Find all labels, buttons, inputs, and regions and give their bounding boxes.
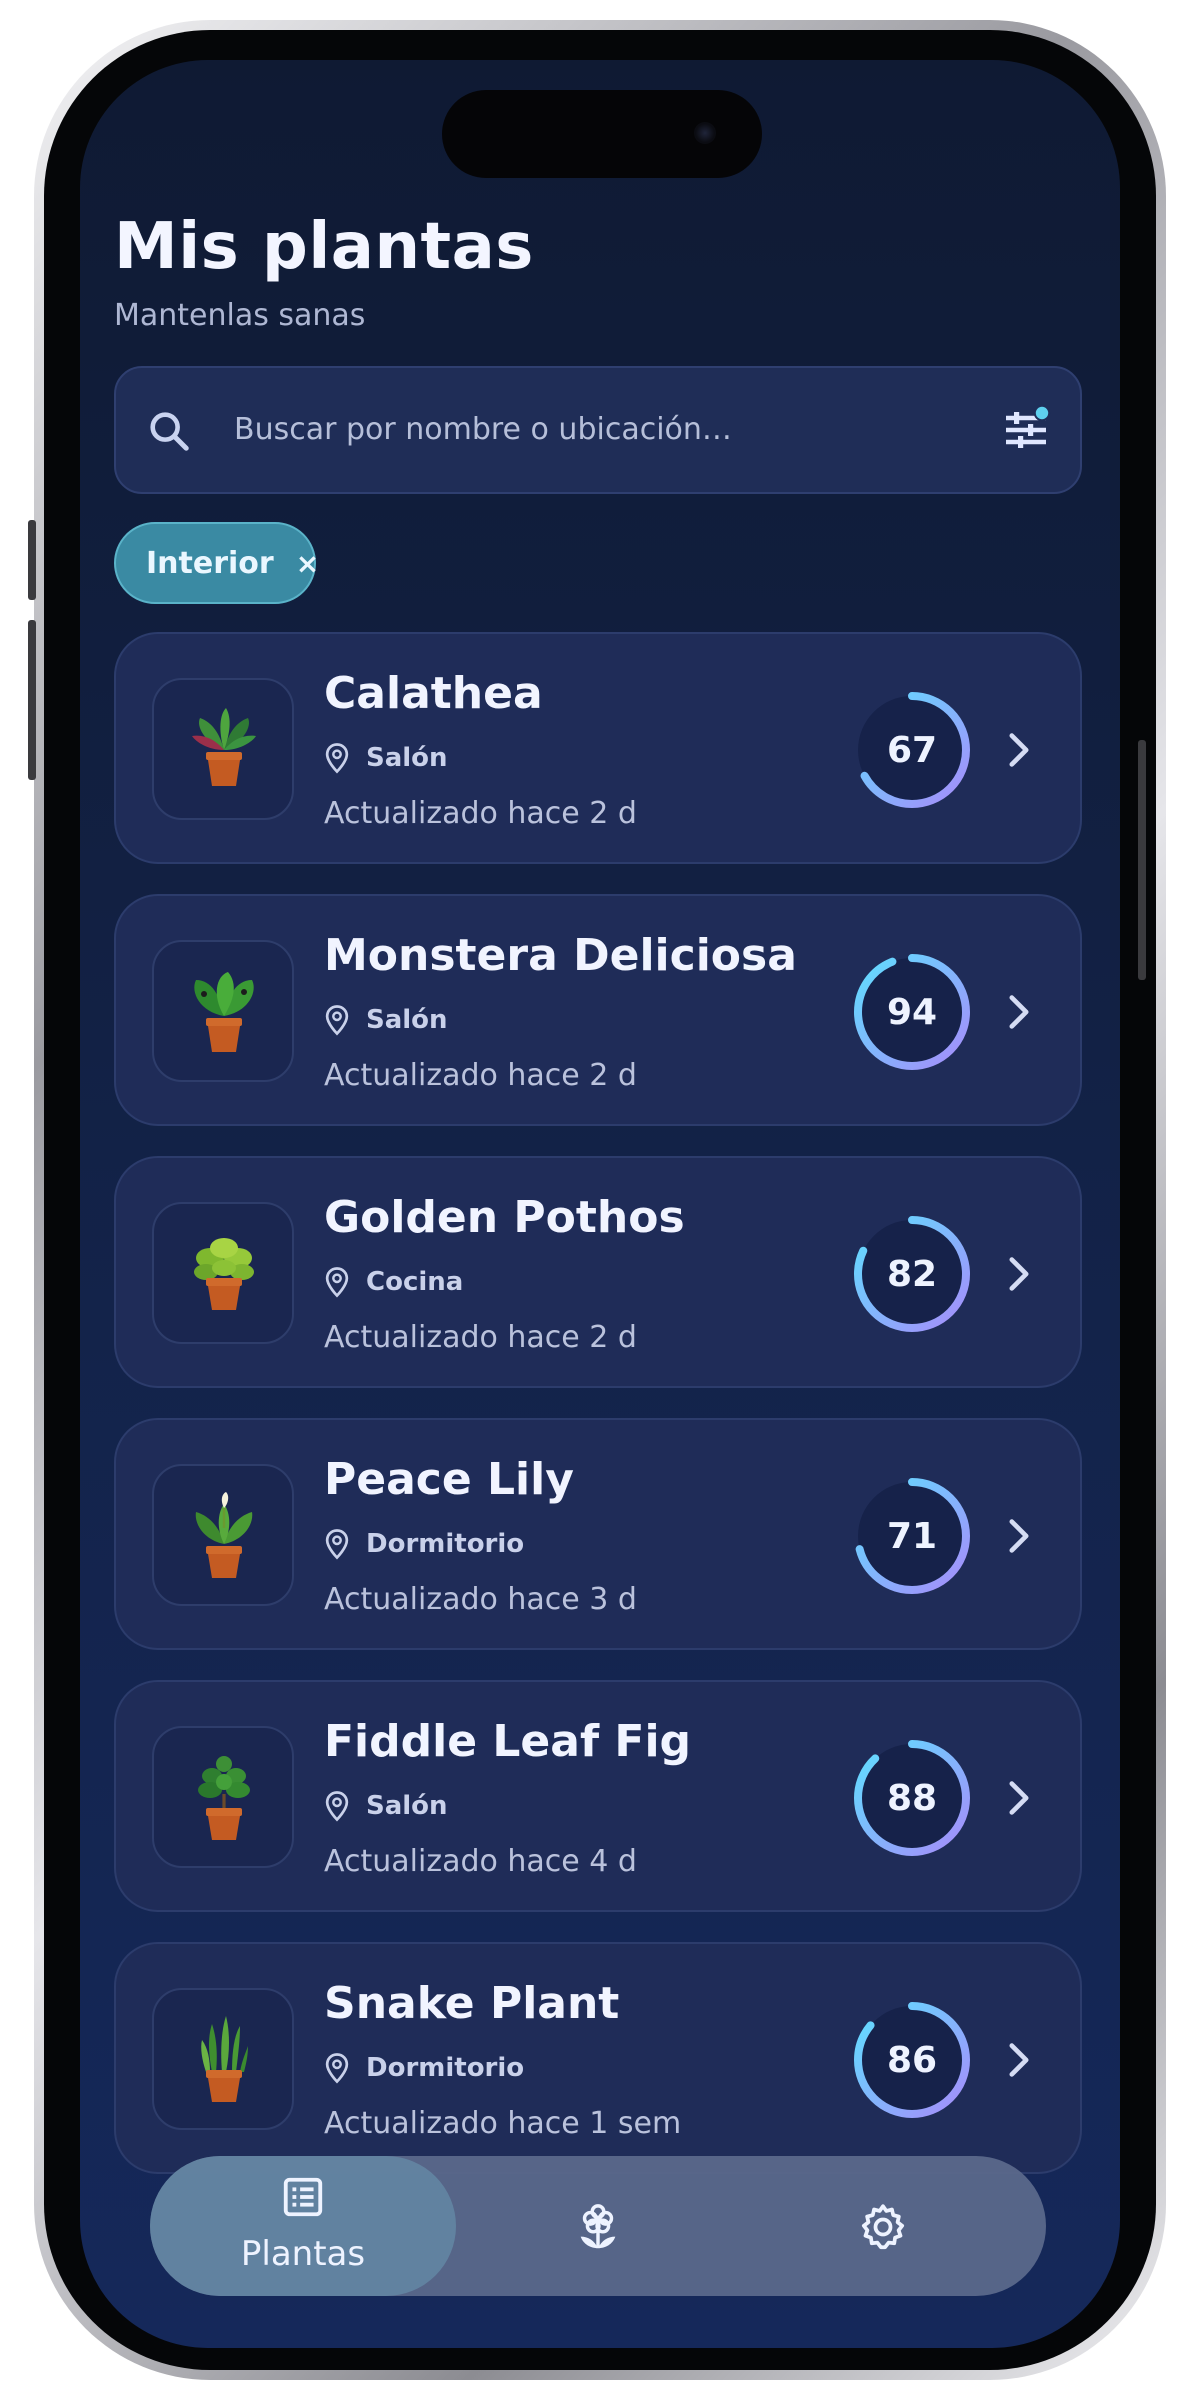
plant-location: Salón xyxy=(324,1790,448,1822)
app-screen: Mis plantas Mantenlas sanas Buscar por n… xyxy=(80,60,1120,2348)
health-score: 94 xyxy=(886,991,938,1033)
page-subtitle: Mantenlas sanas xyxy=(114,298,366,333)
camera-icon xyxy=(694,122,716,144)
bottom-nav: Plantas xyxy=(150,2156,1046,2296)
potted-plant-icon xyxy=(194,972,254,1052)
chevron-right-icon[interactable] xyxy=(1008,994,1030,1030)
health-score-ring: 82 xyxy=(850,1212,974,1336)
plant-location-label: Cocina xyxy=(366,1267,464,1297)
gear-icon[interactable] xyxy=(858,2202,908,2252)
plant-updated: Actualizado hace 2 d xyxy=(324,1320,637,1355)
flower-icon[interactable] xyxy=(574,2202,622,2252)
plant-name: Peace Lily xyxy=(324,1454,574,1505)
page-title: Mis plantas xyxy=(114,210,534,284)
location-pin-icon xyxy=(325,1791,349,1822)
chevron-right-icon[interactable] xyxy=(1008,1256,1030,1292)
plant-card[interactable]: Calathea Salón Actualizado hace 2 d 67 xyxy=(114,632,1082,864)
plant-name: Golden Pothos xyxy=(324,1192,685,1243)
plant-name: Calathea xyxy=(324,668,543,719)
plant-updated: Actualizado hace 4 d xyxy=(324,1844,637,1879)
plant-location: Salón xyxy=(324,1004,448,1036)
dynamic-island xyxy=(442,90,762,178)
chip-remove-icon[interactable]: × xyxy=(296,547,319,580)
plant-thumbnail xyxy=(152,1464,294,1606)
plant-location-label: Salón xyxy=(366,1005,448,1035)
power-button xyxy=(1138,740,1146,980)
plant-card[interactable]: Peace Lily Dormitorio Actualizado hace 3… xyxy=(114,1418,1082,1650)
location-pin-icon xyxy=(325,743,349,774)
chevron-right-icon[interactable] xyxy=(1008,2042,1030,2078)
plant-location-label: Dormitorio xyxy=(366,2053,525,2083)
potted-plant-icon xyxy=(192,708,256,786)
potted-plant-icon xyxy=(198,1756,250,1840)
plant-card[interactable]: Golden Pothos Cocina Actualizado hace 2 … xyxy=(114,1156,1082,1388)
health-score-ring: 86 xyxy=(850,1998,974,2122)
potted-plant-icon xyxy=(201,2016,248,2102)
plant-location-label: Salón xyxy=(366,743,448,773)
plant-name: Fiddle Leaf Fig xyxy=(324,1716,692,1767)
plant-location: Cocina xyxy=(324,1266,463,1298)
list-icon xyxy=(283,2177,323,2217)
nav-label-plantas: Plantas xyxy=(240,2234,366,2274)
health-score: 67 xyxy=(886,729,938,771)
filter-chip-interior[interactable]: Interior × xyxy=(114,522,319,604)
health-score: 86 xyxy=(886,2039,938,2081)
location-pin-icon xyxy=(325,1529,349,1560)
health-score-ring: 94 xyxy=(850,950,974,1074)
health-score: 88 xyxy=(886,1777,938,1819)
chevron-right-icon[interactable] xyxy=(1008,1518,1030,1554)
plant-thumbnail xyxy=(152,940,294,1082)
nav-item-plantas[interactable]: Plantas xyxy=(150,2156,456,2296)
plant-location: Dormitorio xyxy=(324,2052,524,2084)
plant-thumbnail xyxy=(152,678,294,820)
plant-name: Monstera Deliciosa xyxy=(324,930,797,981)
plant-updated: Actualizado hace 2 d xyxy=(324,796,637,831)
plant-thumbnail xyxy=(152,1988,294,2130)
chip-label: Interior xyxy=(146,545,274,581)
plant-updated: Actualizado hace 3 d xyxy=(324,1582,637,1617)
filter-sliders-icon[interactable] xyxy=(1000,404,1052,456)
chevron-right-icon[interactable] xyxy=(1008,732,1030,768)
plant-updated: Actualizado hace 1 sem xyxy=(324,2106,682,2141)
search-bar[interactable]: Buscar por nombre o ubicación… xyxy=(114,366,1082,494)
health-score: 71 xyxy=(886,1515,938,1557)
potted-plant-icon xyxy=(195,1492,253,1578)
location-pin-icon xyxy=(325,1267,349,1298)
plant-thumbnail xyxy=(152,1202,294,1344)
health-score-ring: 88 xyxy=(850,1736,974,1860)
plant-updated: Actualizado hace 2 d xyxy=(324,1058,637,1093)
location-pin-icon xyxy=(325,1005,349,1036)
chevron-right-icon[interactable] xyxy=(1008,1780,1030,1816)
potted-plant-icon xyxy=(194,1238,254,1310)
health-score: 82 xyxy=(886,1253,938,1295)
plant-card[interactable]: Monstera Deliciosa Salón Actualizado hac… xyxy=(114,894,1082,1126)
location-pin-icon xyxy=(325,2053,349,2084)
search-input[interactable]: Buscar por nombre o ubicación… xyxy=(234,412,732,447)
plant-location: Dormitorio xyxy=(324,1528,524,1560)
plant-thumbnail xyxy=(152,1726,294,1868)
plant-card[interactable]: Snake Plant Dormitorio Actualizado hace … xyxy=(114,1942,1082,2174)
plant-card[interactable]: Fiddle Leaf Fig Salón Actualizado hace 4… xyxy=(114,1680,1082,1912)
plant-name: Snake Plant xyxy=(324,1978,620,2029)
plant-location-label: Salón xyxy=(366,1791,448,1821)
plant-location: Salón xyxy=(324,742,448,774)
health-score-ring: 71 xyxy=(850,1474,974,1598)
volume-up-button xyxy=(28,620,36,780)
plant-location-label: Dormitorio xyxy=(366,1529,525,1559)
health-score-ring: 67 xyxy=(850,688,974,812)
action-button xyxy=(28,520,36,600)
search-icon xyxy=(150,412,189,451)
